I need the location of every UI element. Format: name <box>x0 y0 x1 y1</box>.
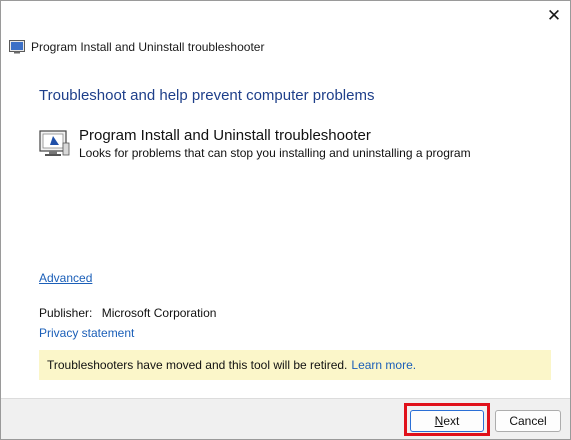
troubleshooter-monitor-icon <box>39 130 70 156</box>
troubleshooter-app-icon <box>9 40 25 54</box>
footer-bar: Next Cancel <box>1 398 570 439</box>
troubleshooter-description: Looks for problems that can stop you ins… <box>79 146 471 160</box>
page-heading: Troubleshoot and help prevent computer p… <box>39 87 375 104</box>
next-label: ext <box>443 414 460 428</box>
advanced-link[interactable]: Advanced <box>39 271 92 285</box>
cancel-button[interactable]: Cancel <box>495 410 561 432</box>
publisher-label: Publisher: <box>39 306 93 320</box>
retirement-notice: Troubleshooters have moved and this tool… <box>39 350 551 380</box>
close-icon: ✕ <box>546 6 562 25</box>
next-button[interactable]: Next <box>410 410 484 432</box>
window-title: Program Install and Uninstall troublesho… <box>31 40 265 54</box>
troubleshooter-item: Program Install and Uninstall troublesho… <box>39 126 471 161</box>
title-bar: Program Install and Uninstall troublesho… <box>9 38 264 56</box>
privacy-statement-link[interactable]: Privacy statement <box>39 326 134 340</box>
troubleshooter-window: ✕ Program Install and Uninstall troubles… <box>0 0 571 440</box>
troubleshooter-title: Program Install and Uninstall troublesho… <box>79 127 371 144</box>
next-mnemonic: N <box>434 414 444 428</box>
publisher-line: Publisher: Microsoft Corporation <box>39 306 216 320</box>
learn-more-link[interactable]: Learn more. <box>351 358 416 372</box>
notice-text: Troubleshooters have moved and this tool… <box>47 358 348 372</box>
close-button[interactable]: ✕ <box>537 1 570 31</box>
publisher-value: Microsoft Corporation <box>101 306 217 320</box>
